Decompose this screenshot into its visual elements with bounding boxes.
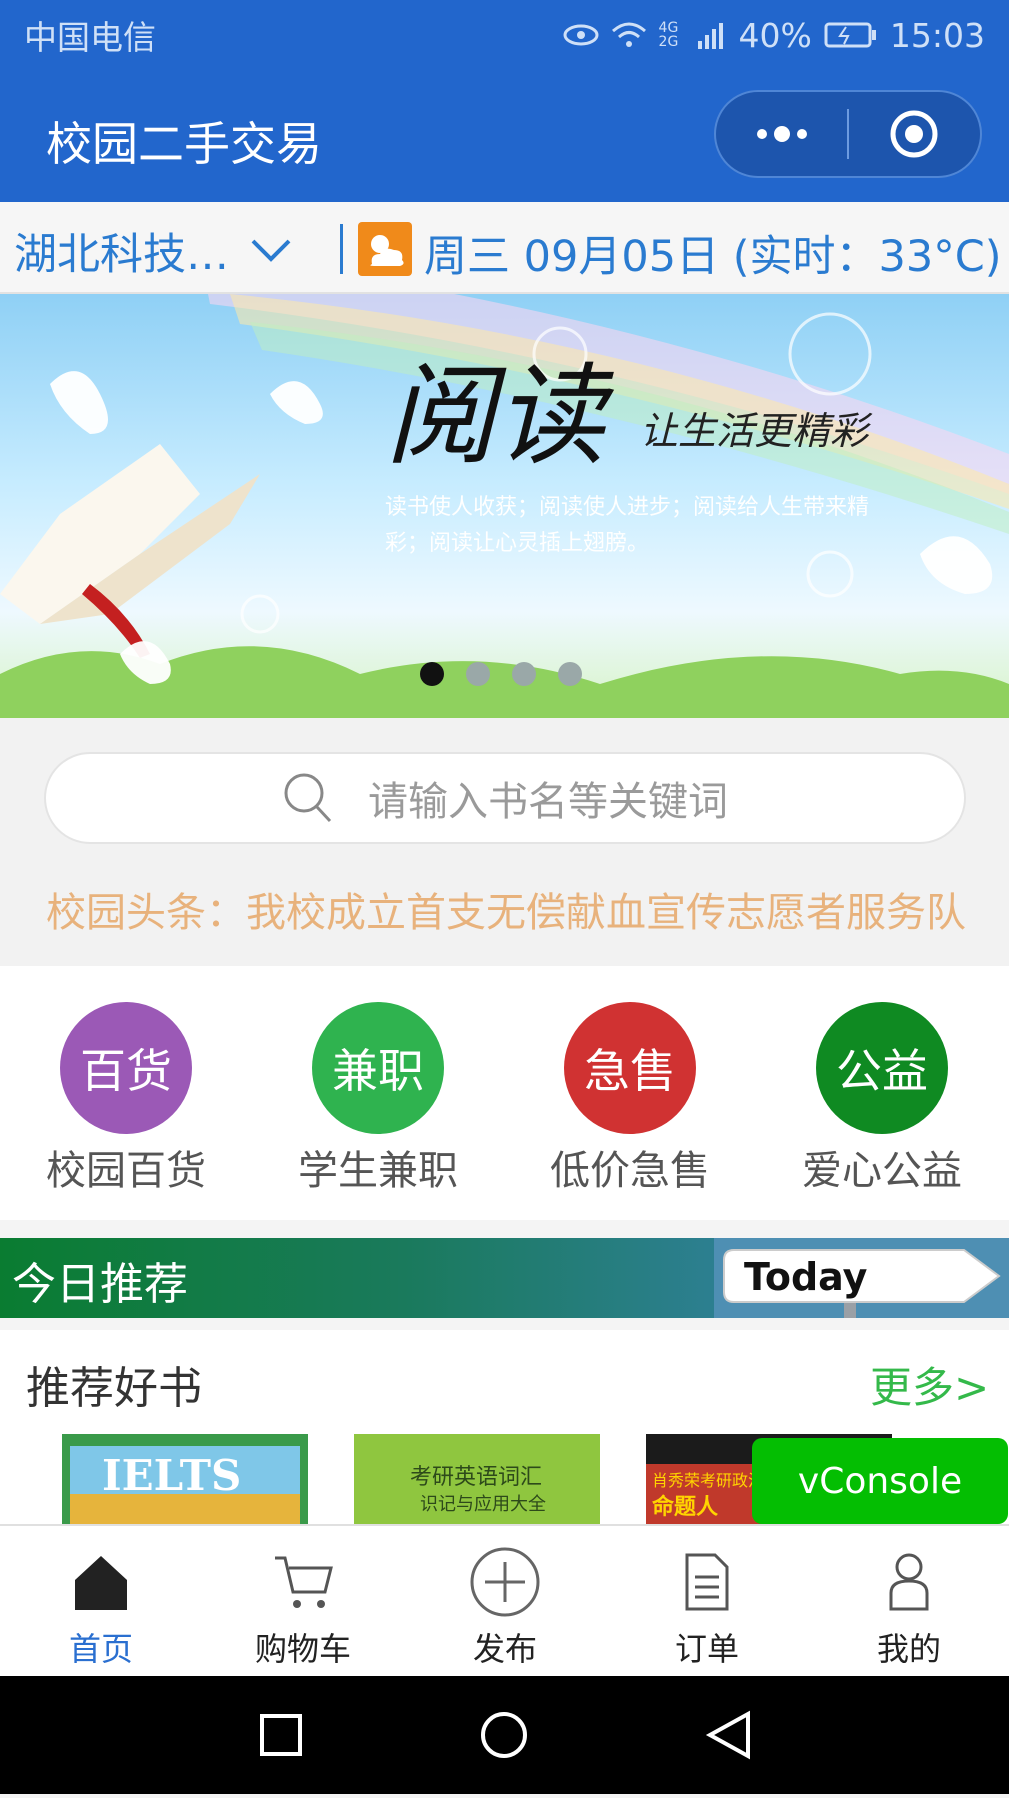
battery-percent: 40% [738, 15, 812, 55]
category-label: 校园百货 [46, 1148, 206, 1194]
carousel-indicators [420, 662, 582, 686]
carousel-dot[interactable] [512, 662, 536, 686]
today-recommend-banner[interactable]: 今日推荐 Today [0, 1238, 1009, 1318]
search-icon [284, 773, 332, 823]
tab-label: 首页 [68, 1630, 133, 1668]
banner-illustration: 阅读 让生活更精彩 读书使人收获；阅读使人进步；阅读给人生带来精 彩；阅读让心灵… [0, 294, 1009, 718]
category-label: 低价急售 [550, 1148, 710, 1194]
weather-icon [358, 222, 412, 276]
category-clearance[interactable]: 急售 低价急售 [530, 1002, 730, 1196]
more-dots-icon [756, 126, 807, 142]
part-time-icon: 兼职 [312, 1002, 444, 1134]
category-part-time[interactable]: 兼职 学生兼职 [278, 1002, 478, 1196]
category-label: 爱心公益 [802, 1148, 962, 1194]
department-store-icon: 百货 [60, 1002, 192, 1134]
school-selector[interactable]: 湖北科技… [14, 220, 293, 282]
section-title: 推荐好书 [26, 1363, 202, 1414]
date-weather: 周三 09月05日 (实时：33°C) [424, 232, 1002, 282]
carousel-dot[interactable] [558, 662, 582, 686]
campus-headline[interactable]: 校园头条：我校成立首支无偿献血宣传志愿者服务队 [46, 880, 966, 938]
tab-publish[interactable]: 发布 [425, 1546, 585, 1670]
battery-icon [824, 22, 876, 48]
status-icons: 4G 2G 40% 15:03 [563, 16, 985, 55]
book-card[interactable]: IELTS [62, 1434, 308, 1524]
info-divider [340, 224, 343, 274]
banner-headline: 阅读 [385, 352, 615, 480]
recents-button [260, 1714, 302, 1756]
back-button [705, 1710, 750, 1760]
book-cover-title: 肖秀荣考研政治 [652, 1471, 764, 1490]
clock: 15:03 [889, 15, 985, 55]
banner-caption-1: 读书使人收获；阅读使人进步；阅读给人生带来精 [385, 495, 869, 520]
category-department-store[interactable]: 百货 校园百货 [26, 1002, 226, 1196]
category-label: 学生兼职 [298, 1148, 458, 1194]
today-sign-text: Today [744, 1255, 868, 1299]
carrier-label: 中国电信 [24, 18, 156, 57]
status-bar: 中国电信 4G 2G 40% 15:03 [0, 0, 1009, 70]
today-label: 今日推荐 [12, 1259, 188, 1310]
bottom-tab-bar: 首页 购物车 发布 订单 我的 [0, 1524, 1009, 1676]
target-icon [890, 110, 938, 158]
tab-label: 购物车 [254, 1630, 351, 1668]
info-bar: 湖北科技… 周三 09月05日 (实时：33°C) [0, 202, 1009, 294]
banner-tagline: 让生活更精彩 [640, 409, 873, 453]
close-button[interactable] [849, 92, 980, 176]
wifi-icon [611, 22, 646, 47]
book-cover-subtitle: 识记与应用大全 [420, 1494, 546, 1515]
mini-program-capsule [714, 90, 982, 178]
cart-icon [223, 1546, 383, 1618]
home-button [481, 1712, 527, 1758]
more-button[interactable] [716, 92, 847, 176]
charity-icon: 公益 [816, 1002, 948, 1134]
tab-label: 我的 [876, 1630, 941, 1668]
category-charity[interactable]: 公益 爱心公益 [782, 1002, 982, 1196]
publish-icon [425, 1546, 585, 1618]
signal-icon [697, 23, 723, 49]
today-sign: Today [714, 1238, 1009, 1318]
home-icon [21, 1546, 181, 1618]
book-cover-title: 考研英语词汇 [410, 1465, 542, 1490]
category-grid: 百货 校园百货 兼职 学生兼职 急售 低价急售 公益 爱心公益 [0, 966, 1009, 1220]
search-input[interactable]: 请输入书名等关键词 [44, 752, 966, 844]
tab-label: 订单 [674, 1630, 739, 1668]
page-title: 校园二手交易 [46, 117, 322, 171]
school-name: 湖北科技… [14, 230, 229, 280]
eye-icon [563, 24, 599, 46]
banner-carousel[interactable]: 阅读 让生活更精彩 读书使人收获；阅读使人进步；阅读给人生带来精 彩；阅读让心灵… [0, 294, 1009, 718]
chevron-down-icon [251, 239, 291, 262]
tab-home[interactable]: 首页 [21, 1546, 181, 1670]
tab-profile[interactable]: 我的 [829, 1546, 989, 1670]
network-label: 4G 2G [658, 20, 679, 50]
search-placeholder: 请输入书名等关键词 [368, 779, 728, 825]
profile-icon [829, 1546, 989, 1618]
tab-cart[interactable]: 购物车 [223, 1546, 383, 1670]
book-card[interactable]: 考研英语词汇 识记与应用大全 [354, 1434, 600, 1524]
search-area: 请输入书名等关键词 校园头条：我校成立首支无偿献血宣传志愿者服务队 [0, 718, 1009, 966]
tab-orders[interactable]: 订单 [627, 1546, 787, 1670]
tab-label: 发布 [472, 1630, 537, 1668]
title-bar: 校园二手交易 [0, 70, 1009, 202]
carousel-dot[interactable] [420, 662, 444, 686]
order-icon [627, 1546, 787, 1618]
banner-caption-2: 彩；阅读让心灵插上翅膀。 [385, 531, 649, 556]
clearance-icon: 急售 [564, 1002, 696, 1134]
book-cover-subtitle: 命题人 [652, 1494, 718, 1520]
more-link[interactable]: 更多> [870, 1354, 989, 1415]
system-nav-bar [0, 1676, 1009, 1794]
carousel-dot[interactable] [466, 662, 490, 686]
vconsole-button[interactable]: vConsole [752, 1438, 1008, 1524]
book-cover-title: IELTS [102, 1451, 241, 1500]
